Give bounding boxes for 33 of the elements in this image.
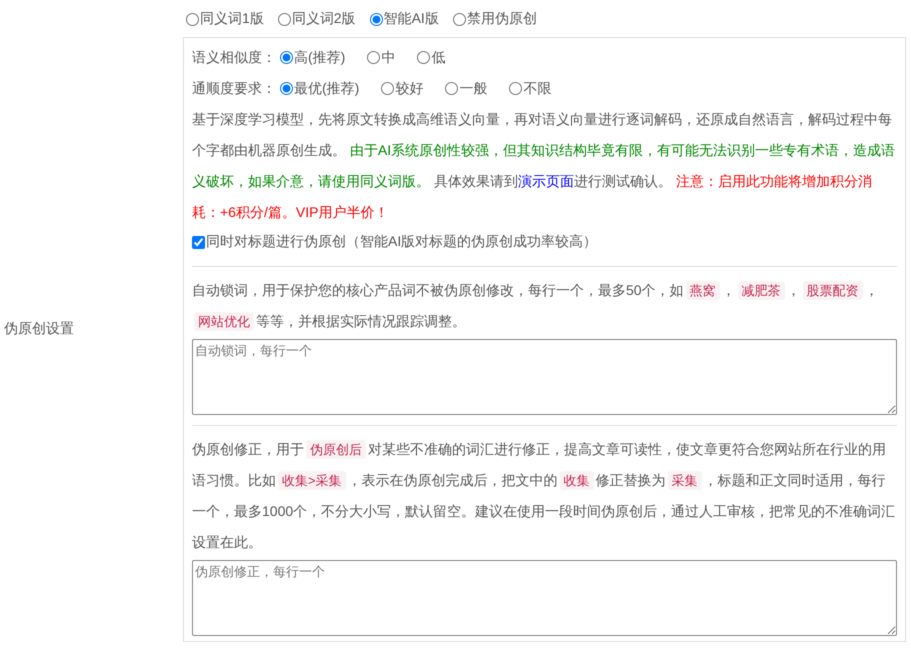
- option-label: 中: [381, 48, 396, 66]
- description-text: 基于深度学习模型，先将原文转换成高维语义向量，再对语义向量进行逐词解码，还原成自然语言，解码过程中每个字都由机器原创生成。 由于AI系统原创性较强，但其知识结构毕竟有限，有可能无法识别一些专有术语，造成语义破坏，如果介意，请使用同义词版。 具体效果请到演示页面进行测试确认。 注意：启用此功能将增加积分消耗：+6积分/篇。VIP用户半价！: [192, 110, 896, 222]
- radio-button[interactable]: [280, 51, 293, 64]
- corrections-field[interactable]: 伪原创修正，每行一个: [192, 560, 897, 636]
- checkbox-label: 同时对标题进行伪原创（智能AI版对标题的伪原创成功率较高）: [206, 233, 598, 251]
- radio-button[interactable]: [278, 12, 291, 26]
- option-label: 较好: [395, 80, 424, 98]
- option-label: 一般: [459, 80, 488, 98]
- option-label: 禁用伪原创: [466, 10, 537, 28]
- field-label: 语义相似度：: [192, 48, 276, 66]
- lock-words-field[interactable]: 自动锁词，每行一个: [192, 339, 897, 415]
- radio-button[interactable]: [452, 12, 466, 26]
- corrections-help-text: 伪原创修正，用于 伪原创后 对某些不准确的词汇进行修正，提高文章可读性，使文章更符合您网站所在行业的用语习惯。比如 收集>采集 ，表示在伪原创完成后，把文中的 收集 修正替换为 采集 ，标题和正文同时适用，每行一个，最多1000个，不分大小写，默认留空。建议在使用一段时间伪原创后，通过人工审核，把常见的不准确词汇设置在此。: [192, 439, 896, 552]
- radio-button[interactable]: [509, 82, 522, 95]
- radio-button[interactable]: [381, 82, 394, 95]
- option-label: 高(推荐): [294, 48, 346, 66]
- checkbox[interactable]: [192, 236, 205, 248]
- option-label: 最优(推荐): [294, 80, 360, 98]
- section-label: 伪原创设置: [4, 320, 74, 338]
- radio-button[interactable]: [445, 82, 458, 95]
- option-label: 低: [431, 48, 446, 66]
- radio-button[interactable]: [370, 12, 383, 26]
- demo-link[interactable]: 演示页面: [518, 173, 574, 189]
- radio-button[interactable]: [417, 51, 430, 64]
- option-label: 智能AI版: [384, 10, 439, 28]
- radio-button[interactable]: [186, 12, 199, 26]
- lock-words-help-text: 自动锁词，用于保护您的核心产品词不被伪原创修改，每行一个，最多50个，如 燕窝 ， 减肥茶 ， 股票配资 ， 网站优化 等等，并根据实际情况跟踪调整。: [192, 280, 880, 333]
- field-label: 通顺度要求：: [192, 80, 276, 98]
- option-label: 不限: [523, 80, 552, 98]
- radio-button[interactable]: [367, 51, 380, 64]
- option-label: 同义词1版: [200, 10, 264, 28]
- option-label: 同义词2版: [292, 10, 356, 28]
- radio-button[interactable]: [280, 82, 293, 95]
